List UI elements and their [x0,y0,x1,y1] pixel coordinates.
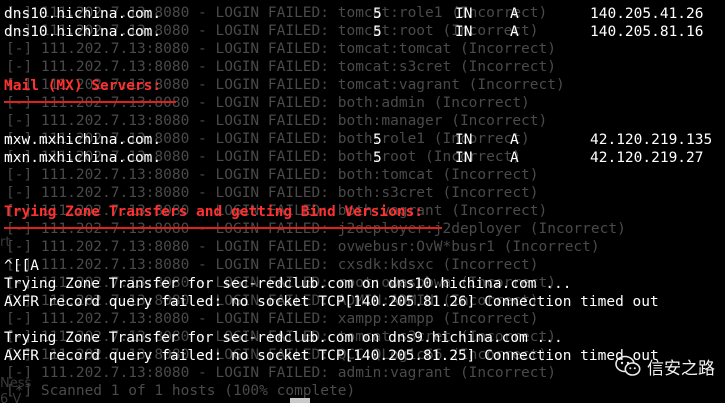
mx-heading-underline [4,101,176,103]
ns-record-row: dns10.hichina.com. 5 IN A 140.205.41.26 [4,5,725,23]
record-class: IN [455,24,473,40]
wechat-icon [615,355,641,376]
mx-section-heading: Mail (MX) Servers: [4,78,162,94]
watermark: 信安之路 [615,353,715,379]
scrollbar-thumb[interactable] [290,398,310,403]
record-host: dns10.hichina.com. [4,24,162,40]
record-ip: 42.120.219.135 [590,132,713,148]
zone-transfer-attempt: Trying Zone Transfer for sec-redclub.com… [4,276,572,292]
record-type: A [510,132,519,148]
record-ip: 42.120.219.27 [590,150,704,166]
terminal-window[interactable]: [-] 111.202.7.13:8080 - LOGIN FAILED: to… [0,0,725,403]
record-ttl: 5 [373,150,382,166]
record-class: IN [455,6,473,22]
watermark-text: 信安之路 [647,358,715,379]
record-ip: 140.205.81.16 [590,24,704,40]
zone-transfer-attempt: Trying Zone Transfer for sec-redclub.com… [4,330,563,346]
record-host: dns10.hichina.com. [4,6,162,22]
ns-record-row: dns10.hichina.com. 5 IN A 140.205.81.16 [4,23,725,41]
record-ttl: 5 [373,132,382,148]
zone-transfer-result: AXFR record query failed: no socket TCP[… [4,294,659,310]
zone-transfer-heading: Trying Zone Transfers and getting Bind V… [4,204,424,220]
mx-record-row: mxw.mxhichina.com. 5 IN A 42.120.219.135 [4,131,725,149]
mx-record-row: mxn.mxhichina.com. 5 IN A 42.120.219.27 [4,149,725,167]
record-type: A [510,6,519,22]
record-ip: 140.205.41.26 [590,6,704,22]
record-class: IN [455,150,473,166]
zone-heading-underline [4,227,442,229]
dnsenum-output: dns10.hichina.com. 5 IN A 140.205.41.26 … [0,0,725,403]
record-host: mxw.mxhichina.com. [4,132,162,148]
record-ttl: 5 [373,24,382,40]
record-host: mxn.mxhichina.com. [4,150,162,166]
input-echo: ^[[A [4,258,39,274]
record-ttl: 5 [373,6,382,22]
record-type: A [510,150,519,166]
record-type: A [510,24,519,40]
record-class: IN [455,132,473,148]
